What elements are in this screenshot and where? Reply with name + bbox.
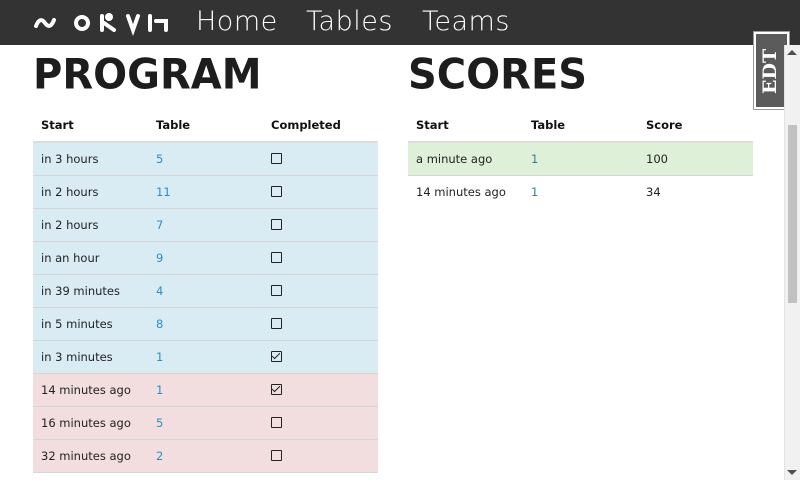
program-table-cell: 8 [148,307,263,341]
program-start-cell: in 3 minutes [33,340,148,374]
nav-teams-link[interactable]: Teams [422,6,510,37]
program-table-cell: 4 [148,274,263,308]
score-row: a minute ago 1 100 [408,142,753,176]
program-start-cell: in 3 hours [33,142,148,176]
table-link[interactable]: 4 [156,284,163,298]
table-link[interactable]: 5 [156,152,163,166]
column-header-score: Score [638,108,753,143]
score-table-cell: 1 [523,142,638,176]
top-navbar: Home Tables Teams [0,0,800,45]
scroll-thumb[interactable] [788,125,797,303]
score-table-cell: 1 [523,175,638,208]
nav-home-link[interactable]: Home [196,6,278,37]
table-link[interactable]: 1 [531,185,538,199]
program-table-cell: 1 [148,373,263,407]
program-completed-cell [263,142,378,176]
checked-checkbox-icon[interactable] [271,351,282,362]
scores-table: Start Table Score a minute ago 1 100 14 min… [408,108,753,208]
program-row: in 39 minutes 4 [33,274,378,308]
table-link[interactable]: 8 [156,317,163,331]
table-link[interactable]: 5 [156,416,163,430]
program-table-cell: 11 [148,175,263,209]
unchecked-checkbox-icon[interactable] [271,285,282,296]
unchecked-checkbox-icon[interactable] [271,450,282,461]
program-table-cell: 9 [148,241,263,275]
score-start-cell: 14 minutes ago [408,175,523,208]
table-link[interactable]: 1 [156,350,163,364]
program-start-cell: in 2 hours [33,208,148,242]
program-row: in 2 hours 7 [33,208,378,242]
unchecked-checkbox-icon[interactable] [271,186,282,197]
table-link[interactable]: 1 [156,383,163,397]
program-row: 32 minutes ago 2 [33,439,378,473]
program-start-cell: 16 minutes ago [33,406,148,440]
page-scrollbar[interactable] [784,45,800,480]
scroll-up-arrow-icon[interactable] [787,50,797,55]
column-header-completed: Completed [263,108,378,143]
program-table-cell: 2 [148,439,263,473]
program-start-cell: 14 minutes ago [33,373,148,407]
program-table-cell: 7 [148,208,263,242]
program-row: 16 minutes ago 5 [33,406,378,440]
program-completed-cell [263,439,378,473]
program-completed-cell [263,307,378,341]
program-row: in 2 hours 11 [33,175,378,209]
table-link[interactable]: 9 [156,251,163,265]
scoring-logo[interactable] [32,10,172,36]
program-header-row: Start Table Completed [33,108,378,143]
program-row: 14 minutes ago 1 [33,373,378,407]
table-link[interactable]: 1 [531,152,538,166]
program-start-cell: 32 minutes ago [33,439,148,473]
unchecked-checkbox-icon[interactable] [271,417,282,428]
column-header-table: Table [148,108,263,143]
score-value-cell: 100 [638,142,753,176]
nav-tables-link[interactable]: Tables [306,6,393,37]
score-value-cell: 34 [638,175,753,208]
program-start-cell: in an hour [33,241,148,275]
unchecked-checkbox-icon[interactable] [271,219,282,230]
program-start-cell: in 5 minutes [33,307,148,341]
column-header-start: Start [33,108,148,143]
program-row: in 5 minutes 8 [33,307,378,341]
score-start-cell: a minute ago [408,142,523,176]
program-start-cell: in 39 minutes [33,274,148,308]
unchecked-checkbox-icon[interactable] [271,252,282,263]
column-header-table: Table [523,108,638,143]
program-completed-cell [263,241,378,275]
scroll-down-arrow-icon[interactable] [787,470,797,475]
column-header-start: Start [408,108,523,143]
program-completed-cell [263,208,378,242]
scores-title: SCORES [408,50,588,100]
program-title: PROGRAM [33,50,262,100]
program-table-cell: 5 [148,406,263,440]
edt-badge-label: EDT [759,48,781,94]
program-row: in an hour 9 [33,241,378,275]
program-completed-cell [263,175,378,209]
program-row: in 3 hours 5 [33,142,378,176]
score-row: 14 minutes ago 1 34 [408,175,753,208]
program-completed-cell [263,373,378,407]
scores-header-row: Start Table Score [408,108,753,143]
table-link[interactable]: 11 [156,185,171,199]
unchecked-checkbox-icon[interactable] [271,153,282,164]
table-link[interactable]: 7 [156,218,163,232]
program-row: in 3 minutes 1 [33,340,378,374]
program-table: Start Table Completed in 3 hours 5 in 2 ho… [33,108,378,473]
unchecked-checkbox-icon[interactable] [271,318,282,329]
program-completed-cell [263,274,378,308]
program-start-cell: in 2 hours [33,175,148,209]
program-completed-cell [263,340,378,374]
program-table-cell: 5 [148,142,263,176]
table-link[interactable]: 2 [156,449,163,463]
program-completed-cell [263,406,378,440]
checked-checkbox-icon[interactable] [271,384,282,395]
program-table-cell: 1 [148,340,263,374]
